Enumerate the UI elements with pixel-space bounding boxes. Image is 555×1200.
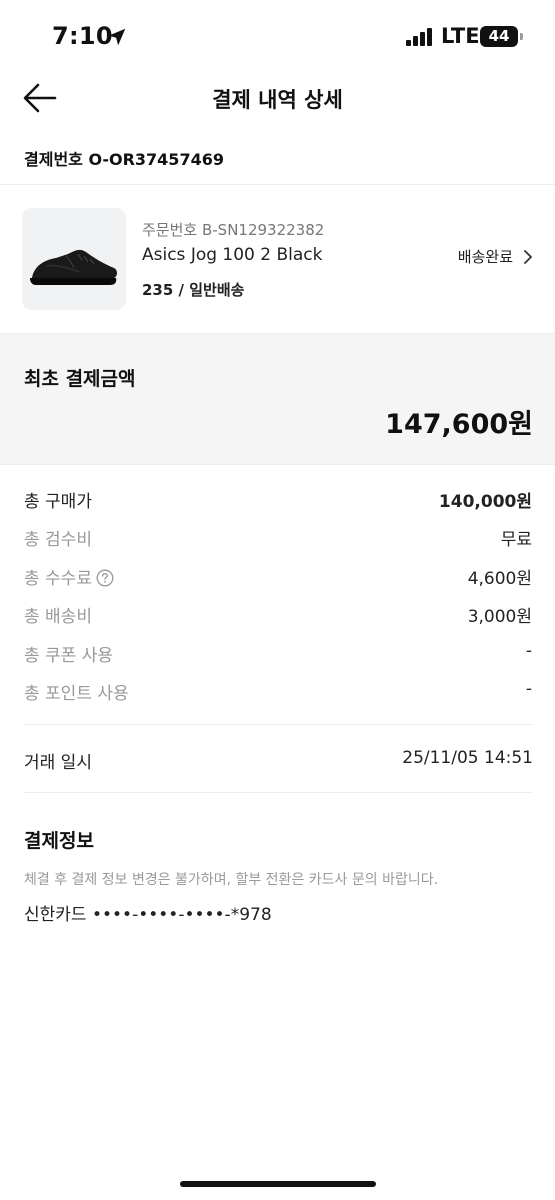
fee-value: 140,000원 [438, 492, 532, 512]
fee-row-inspection: 총 검수비 무료 [24, 525, 532, 551]
fee-row-points: 총 포인트 사용 - [24, 679, 532, 705]
fee-row-commission: 총 수수료 4,600원 [24, 564, 532, 590]
fee-label: 총 배송비 [24, 607, 92, 627]
chevron-right-icon [524, 249, 532, 264]
fee-row-purchase: 총 구매가 140,000원 [24, 487, 532, 513]
product-name[interactable]: Asics Jog 100 2 Black [142, 245, 323, 265]
page-title: 결제 내역 상세 [212, 88, 343, 112]
delivery-status-label: 배송완료 [457, 248, 513, 266]
fee-label: 총 검수비 [24, 530, 92, 550]
initial-payment-label: 최초 결제금액 [24, 368, 136, 390]
trade-date-label: 거래 일시 [24, 753, 92, 773]
nav-bar: 결제 내역 상세 [0, 74, 555, 124]
question-circle-icon[interactable] [96, 569, 114, 587]
fee-row-shipping: 총 배송비 3,000원 [24, 602, 532, 628]
payment-info-notice: 체결 후 결제 정보 변경은 불가하며, 할부 전환은 카드사 문의 바랍니다. [24, 872, 439, 888]
order-number: 주문번호 B-SN129322382 [142, 221, 325, 239]
fee-label-wrap: 총 수수료 [24, 564, 114, 589]
home-indicator[interactable] [180, 1181, 376, 1187]
sneaker-image [30, 249, 117, 285]
fee-label: 총 구매가 [24, 492, 92, 512]
trade-date-value: 25/11/05 14:51 [402, 748, 533, 768]
fee-value: 4,600원 [467, 569, 532, 589]
product-option: 235 / 일반배송 [142, 281, 245, 299]
status-bar: 7:10 LTE 44 [0, 0, 555, 74]
initial-payment-panel: 최초 결제금액 147,600원 [0, 333, 555, 465]
delivery-status-link[interactable]: 배송완료 [458, 246, 533, 267]
divider [24, 792, 532, 793]
card-info: 신한카드 ••••-••••-••••-*978 [24, 905, 272, 925]
fee-label: 총 포인트 사용 [24, 684, 129, 704]
payment-info-title: 결제정보 [24, 830, 94, 852]
fee-value: - [525, 679, 532, 699]
fee-row-coupon: 총 쿠폰 사용 - [24, 641, 532, 667]
fee-label: 총 수수료 [24, 569, 92, 589]
network-label: LTE [441, 24, 480, 48]
payment-number: 결제번호 O-OR37457469 [24, 150, 224, 169]
fee-value: - [525, 641, 532, 661]
divider [0, 184, 555, 185]
divider [24, 724, 532, 725]
initial-payment-amount: 147,600원 [385, 409, 533, 440]
battery-icon: 44 [480, 26, 523, 47]
location-arrow-icon [108, 28, 126, 46]
fee-label: 총 쿠폰 사용 [24, 646, 114, 666]
fee-value: 3,000원 [467, 607, 532, 627]
status-time: 7:10 [52, 22, 113, 50]
product-thumbnail[interactable] [22, 208, 126, 310]
cellular-signal-icon [406, 28, 434, 46]
fee-value: 무료 [500, 530, 532, 550]
